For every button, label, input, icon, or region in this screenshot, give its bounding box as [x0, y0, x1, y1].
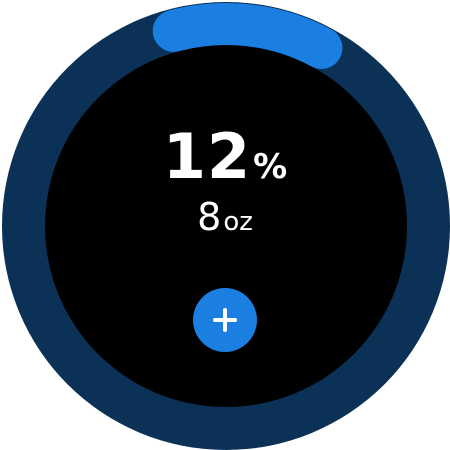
- intake-unit: oz: [223, 207, 253, 237]
- percent-unit: %: [253, 147, 288, 187]
- intake-readout: 8oz: [0, 198, 450, 236]
- center-content: 12% 8oz: [0, 0, 450, 450]
- plus-icon-vertical: [223, 308, 227, 332]
- intake-value: 8: [197, 195, 222, 239]
- add-intake-button[interactable]: [193, 288, 257, 352]
- percent-readout: 12%: [0, 126, 450, 188]
- hydration-watch-face: 12% 8oz: [0, 0, 450, 450]
- percent-value: 12: [162, 120, 252, 193]
